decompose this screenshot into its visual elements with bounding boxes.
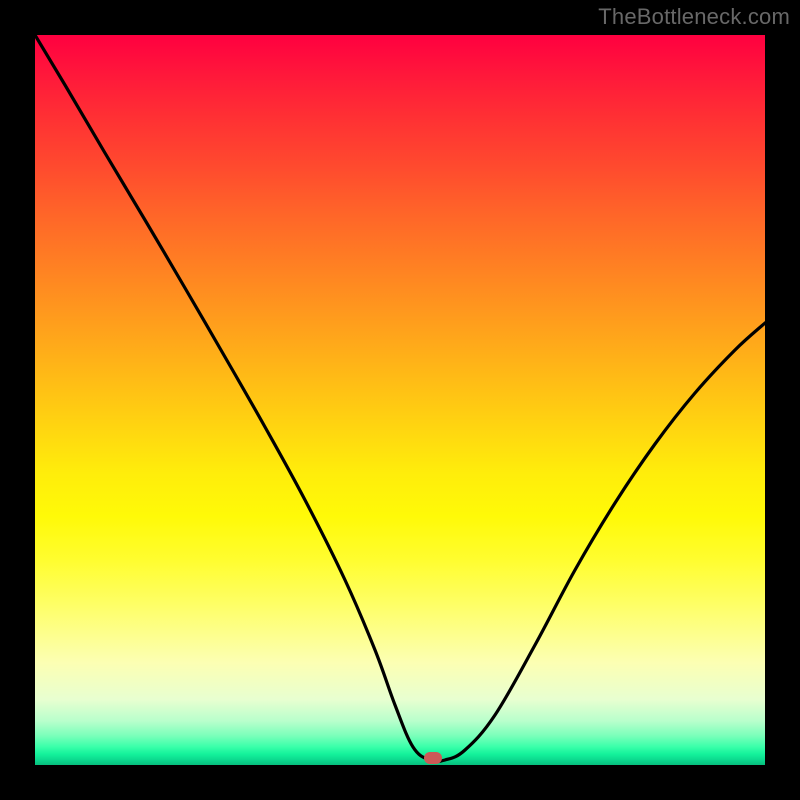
minimum-marker	[424, 752, 442, 764]
plot-area	[35, 35, 765, 765]
watermark-text: TheBottleneck.com	[598, 4, 790, 30]
bottleneck-curve	[35, 35, 765, 765]
chart-frame: TheBottleneck.com	[0, 0, 800, 800]
